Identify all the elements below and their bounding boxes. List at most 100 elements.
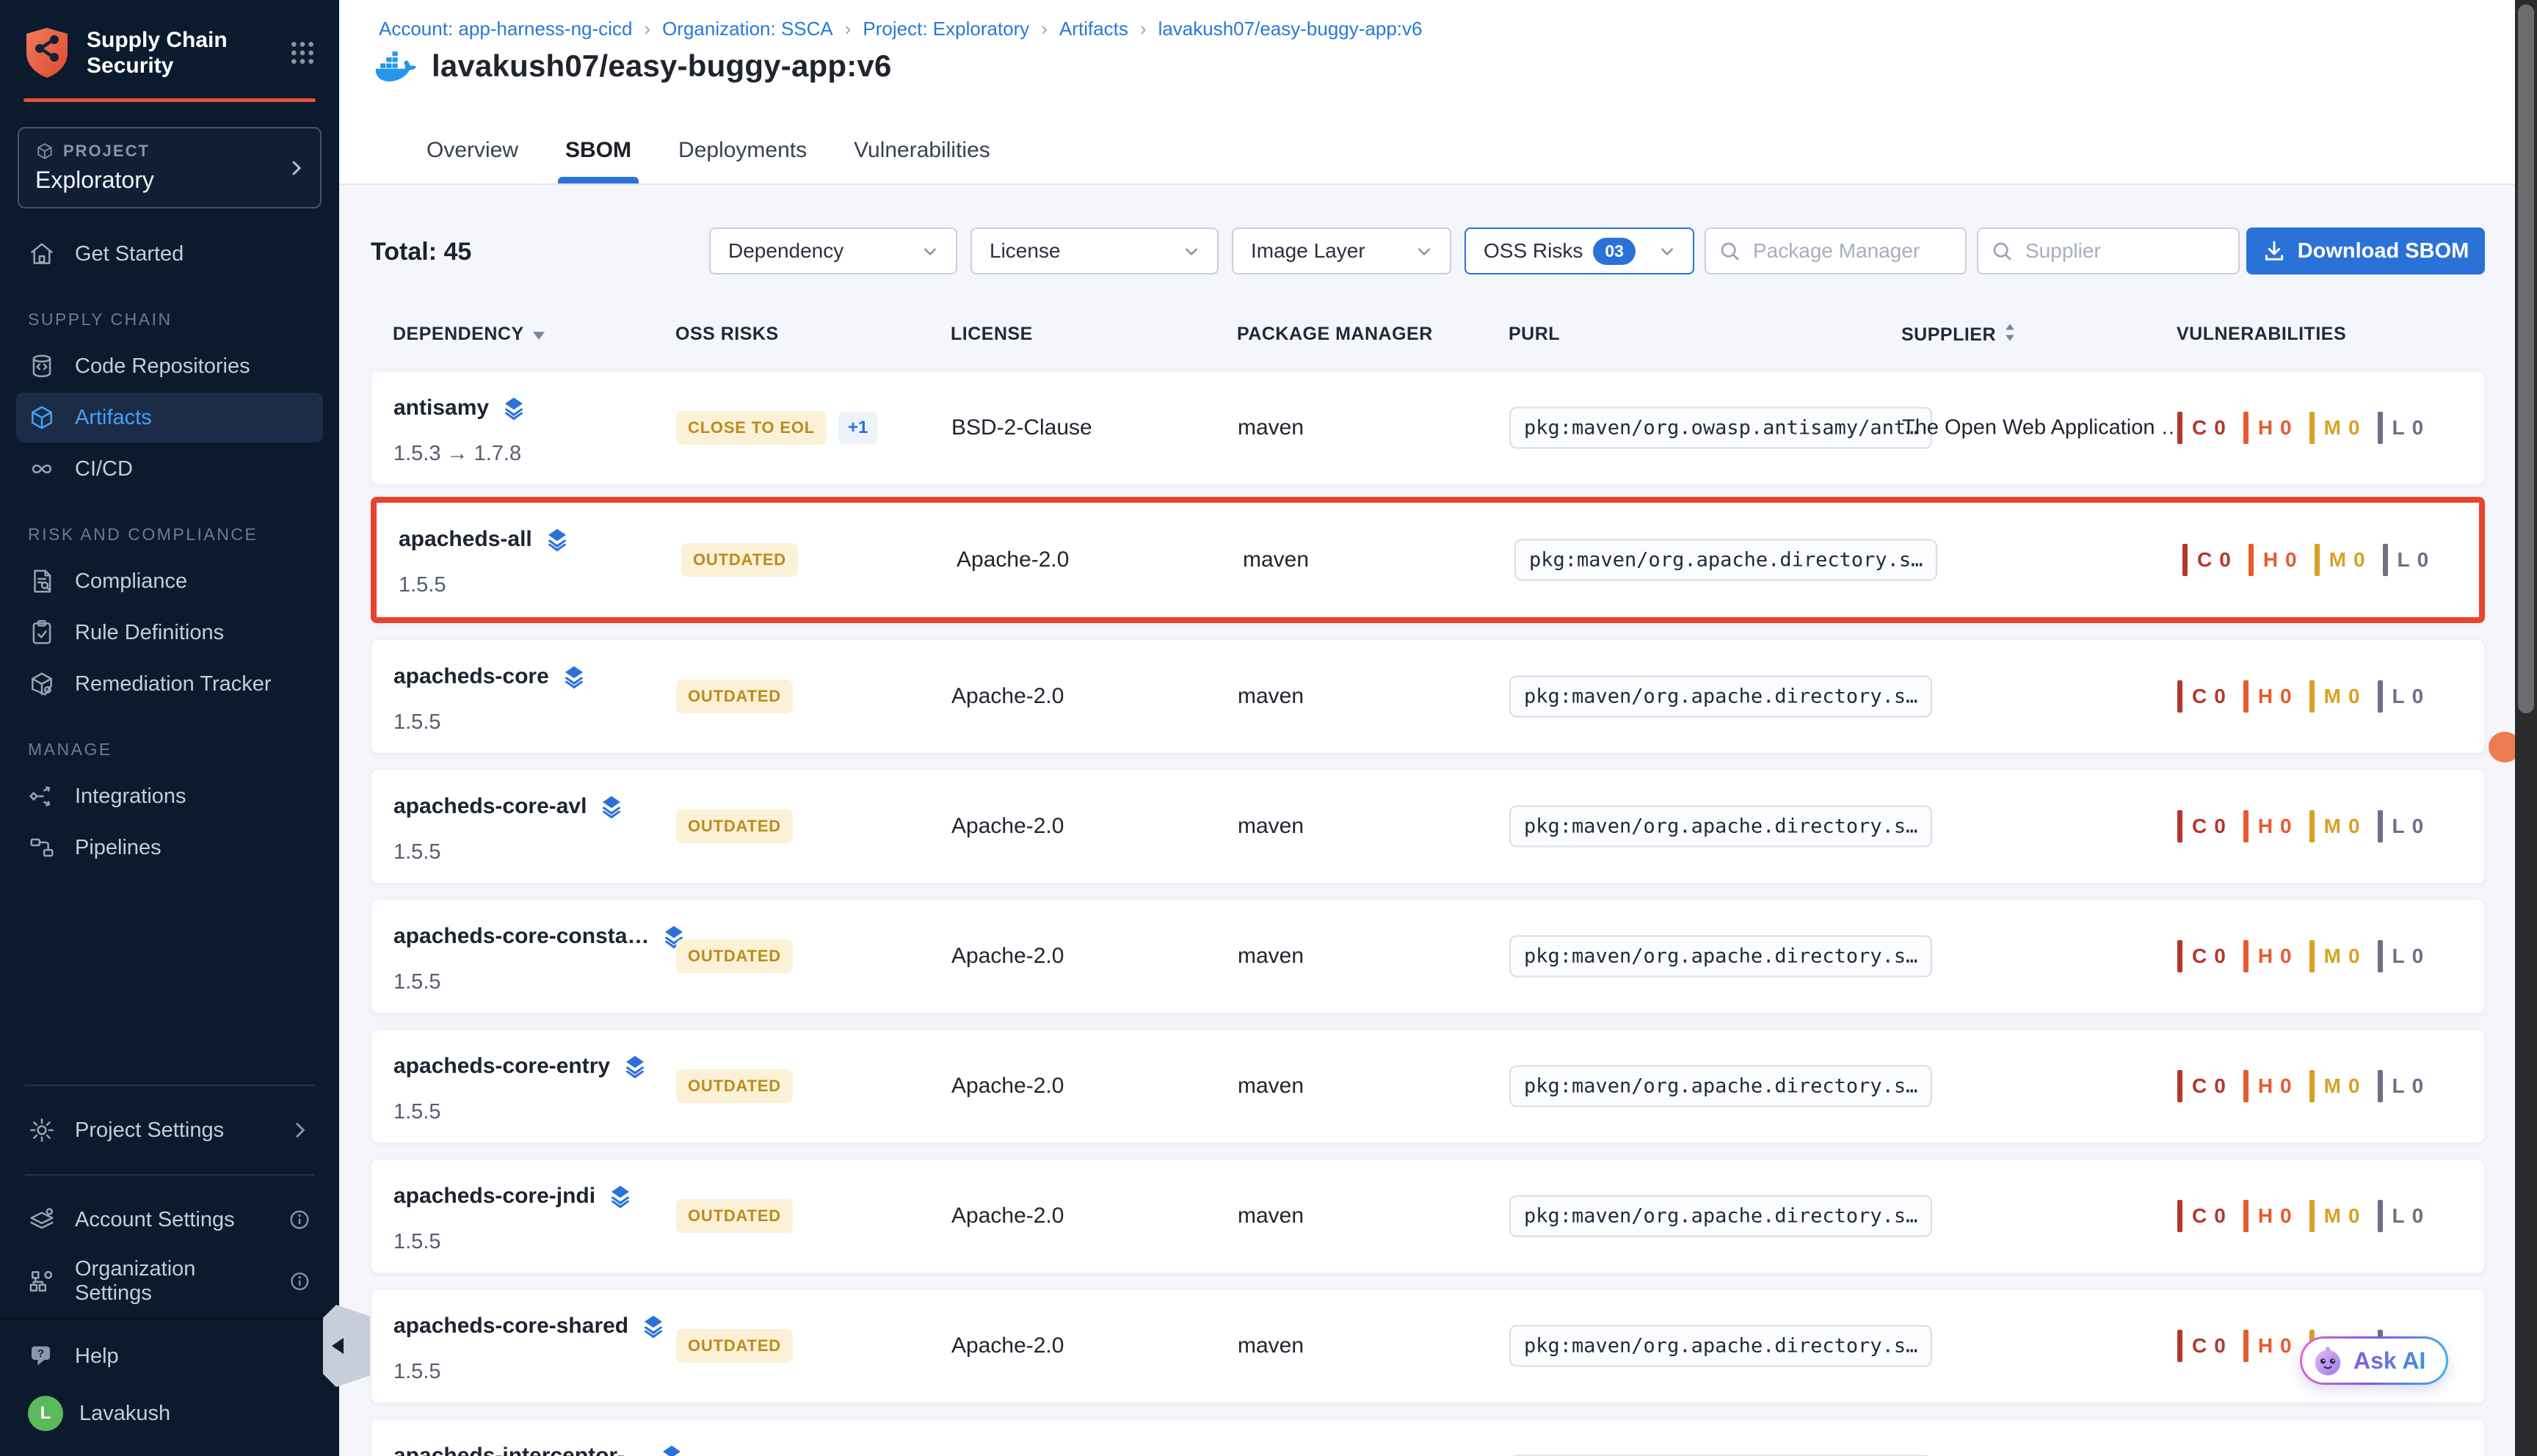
table-row[interactable]: apacheds-core-entry1.5.5OUTDATEDApache-2… xyxy=(371,1029,2485,1143)
sidebar-item-project-settings[interactable]: Project Settings xyxy=(16,1105,323,1155)
vuln-severity-bar xyxy=(2177,680,2182,713)
app-title: Supply Chain Security xyxy=(87,27,272,79)
sidebar-item-remediation-tracker[interactable]: Remediation Tracker xyxy=(16,659,323,709)
table-row[interactable]: apacheds-interceptor-…1.5.5OUTDATEDApach… xyxy=(371,1419,2485,1456)
sidebar-item-code-repositories[interactable]: Code Repositories xyxy=(16,341,323,391)
tab-deployments[interactable]: Deployments xyxy=(674,138,811,183)
purl-cell: pkg:maven/org.owasp.antisamy/ant… xyxy=(1509,417,1932,440)
purl-chip[interactable]: pkg:maven/org.apache.directory.s… xyxy=(1509,806,1932,848)
scrollbar-thumb[interactable] xyxy=(2518,4,2534,713)
breadcrumb-item-0[interactable]: Account: app-harness-ng-cicd xyxy=(379,18,632,40)
tab-label: SBOM xyxy=(565,138,631,162)
gear-icon xyxy=(28,1116,56,1144)
column-header-vulnerabilities[interactable]: VULNERABILITIES xyxy=(2177,324,2346,345)
column-header-oss-risks[interactable]: OSS RISKS xyxy=(675,324,779,345)
vuln-severity-bar xyxy=(2309,1070,2315,1102)
sidebar-item-rule-definitions[interactable]: Rule Definitions xyxy=(16,608,323,658)
vuln-severity-h: H0 xyxy=(2243,810,2292,842)
purl-chip[interactable]: pkg:maven/org.apache.directory.s… xyxy=(1509,936,1932,978)
table-row[interactable]: antisamy1.5.3 → 1.7.8CLOSE TO EOL+1BSD-2… xyxy=(371,371,2485,485)
sidebar-item-pipelines[interactable]: Pipelines xyxy=(16,823,323,873)
vulnerabilities-cell: C0H0M0L0 xyxy=(2182,544,2446,576)
app-grid-icon[interactable] xyxy=(288,38,317,68)
sidebar-item-artifacts[interactable]: Artifacts xyxy=(16,393,323,443)
column-label: OSS RISKS xyxy=(675,324,779,345)
column-header-purl[interactable]: PURL xyxy=(1509,324,1560,345)
dependency-cell: apacheds-core-entry xyxy=(393,1053,648,1080)
vuln-severity-count: 0 xyxy=(2412,416,2424,440)
filter-select-dependency[interactable]: Dependency xyxy=(709,228,957,274)
purl-chip[interactable]: pkg:maven/org.apache.directory.s… xyxy=(1509,676,1932,718)
download-sbom-button[interactable]: Download SBOM xyxy=(2246,228,2485,274)
oss-risk-badge: OUTDATED xyxy=(676,809,793,843)
help-button[interactable]: ? Help xyxy=(28,1342,311,1371)
column-header-package-manager[interactable]: PACKAGE MANAGER xyxy=(1237,324,1433,345)
table-row[interactable]: apacheds-core-jndi1.5.5OUTDATEDApache-2.… xyxy=(371,1159,2485,1273)
table-row[interactable]: apacheds-core-shared1.5.5OUTDATEDApache-… xyxy=(371,1289,2485,1403)
vuln-severity-bar xyxy=(2378,810,2383,842)
filter-select-license[interactable]: License xyxy=(970,228,1219,274)
purl-chip[interactable]: pkg:maven/org.owasp.antisamy/ant… xyxy=(1509,407,1932,449)
sidebar-collapse-handle[interactable] xyxy=(323,1305,370,1387)
vuln-severity-l: L0 xyxy=(2378,680,2424,713)
column-header-license[interactable]: LICENSE xyxy=(951,324,1033,345)
filter-select-oss-risks[interactable]: OSS Risks03 xyxy=(1465,228,1694,274)
vuln-severity-letter: H xyxy=(2258,1204,2273,1228)
tab-vulnerabilities[interactable]: Vulnerabilities xyxy=(849,138,995,183)
column-label: SUPPLIER xyxy=(1901,324,1996,346)
vuln-severity-count: 0 xyxy=(2353,548,2365,572)
table-row[interactable]: apacheds-core-avl1.5.5OUTDATEDApache-2.0… xyxy=(371,769,2485,884)
tab-sbom[interactable]: SBOM xyxy=(561,138,636,183)
sidebar-item-organization-settings[interactable]: Organization Settings xyxy=(16,1246,323,1317)
search-input-supplier[interactable] xyxy=(1977,228,2240,274)
dependency-name: antisamy xyxy=(393,396,489,421)
ask-ai-button[interactable]: Ask AI xyxy=(2300,1336,2448,1385)
breadcrumb-item-2[interactable]: Project: Exploratory xyxy=(863,18,1029,40)
column-header-supplier[interactable]: SUPPLIER xyxy=(1901,324,2015,346)
info-icon[interactable] xyxy=(288,1208,311,1231)
sidebar-item-account-settings[interactable]: Account Settings xyxy=(16,1195,323,1245)
layers-icon xyxy=(607,1183,634,1209)
column-label: DEPENDENCY xyxy=(393,324,524,345)
info-icon[interactable] xyxy=(288,1270,311,1293)
purl-chip[interactable]: pkg:maven/org.apache.directory.s… xyxy=(1509,1195,1932,1237)
vuln-severity-count: 0 xyxy=(2348,685,2360,708)
vuln-severity-letter: C xyxy=(2192,815,2207,838)
table-row[interactable]: apacheds-all1.5.5OUTDATEDApache-2.0maven… xyxy=(371,497,2485,623)
breadcrumb-item-4[interactable]: lavakush07/easy-buggy-app:v6 xyxy=(1158,18,1423,40)
sidebar-item-compliance[interactable]: Compliance xyxy=(16,556,323,606)
search-input-package-manager[interactable] xyxy=(1705,228,1967,274)
tab-label: Deployments xyxy=(678,138,807,162)
filter-count-badge: 03 xyxy=(1593,238,1636,265)
rule-definitions-icon xyxy=(28,619,56,647)
sidebar-item-ci-cd[interactable]: CI/CD xyxy=(16,444,323,494)
filter-select-image-layer[interactable]: Image Layer xyxy=(1232,228,1451,274)
oss-risks-cell: OUTDATED xyxy=(676,1069,793,1103)
vuln-severity-bar xyxy=(2309,810,2315,842)
vuln-severity-h: H0 xyxy=(2243,1330,2292,1362)
vuln-severity-bar xyxy=(2243,1200,2249,1232)
vuln-severity-letter: C xyxy=(2192,685,2207,708)
help-label: Help xyxy=(75,1344,119,1369)
app-logo-row: Supply Chain Security xyxy=(0,0,339,98)
table-row[interactable]: apacheds-core-consta…1.5.5OUTDATEDApache… xyxy=(371,899,2485,1013)
purl-chip[interactable]: pkg:maven/org.apache.directory.s… xyxy=(1509,1325,1932,1367)
oss-risk-more-badge[interactable]: +1 xyxy=(838,412,877,444)
oss-risks-cell: OUTDATED xyxy=(676,1329,793,1363)
project-label: PROJECT xyxy=(63,142,150,161)
user-menu[interactable]: L Lavakush xyxy=(28,1396,311,1431)
sidebar-item-get-started[interactable]: Get Started xyxy=(16,229,323,279)
vuln-severity-letter: L xyxy=(2392,416,2406,440)
tab-overview[interactable]: Overview xyxy=(422,138,523,183)
nav-item-label: Remediation Tracker xyxy=(75,672,272,696)
purl-chip[interactable]: pkg:maven/org.apache.directory.s… xyxy=(1509,1066,1932,1107)
purl-chip[interactable]: pkg:maven/org.apache.directory.s… xyxy=(1514,539,1937,581)
project-selector[interactable]: PROJECT Exploratory xyxy=(18,127,322,208)
vuln-severity-bar xyxy=(2378,412,2383,444)
sidebar-item-integrations[interactable]: Integrations xyxy=(16,771,323,821)
vuln-severity-bar xyxy=(2378,1070,2383,1102)
breadcrumb-item-3[interactable]: Artifacts xyxy=(1059,18,1128,40)
column-header-dependency[interactable]: DEPENDENCY xyxy=(393,324,545,345)
table-row[interactable]: apacheds-core1.5.5OUTDATEDApache-2.0mave… xyxy=(371,639,2485,754)
breadcrumb-item-1[interactable]: Organization: SSCA xyxy=(662,18,833,40)
